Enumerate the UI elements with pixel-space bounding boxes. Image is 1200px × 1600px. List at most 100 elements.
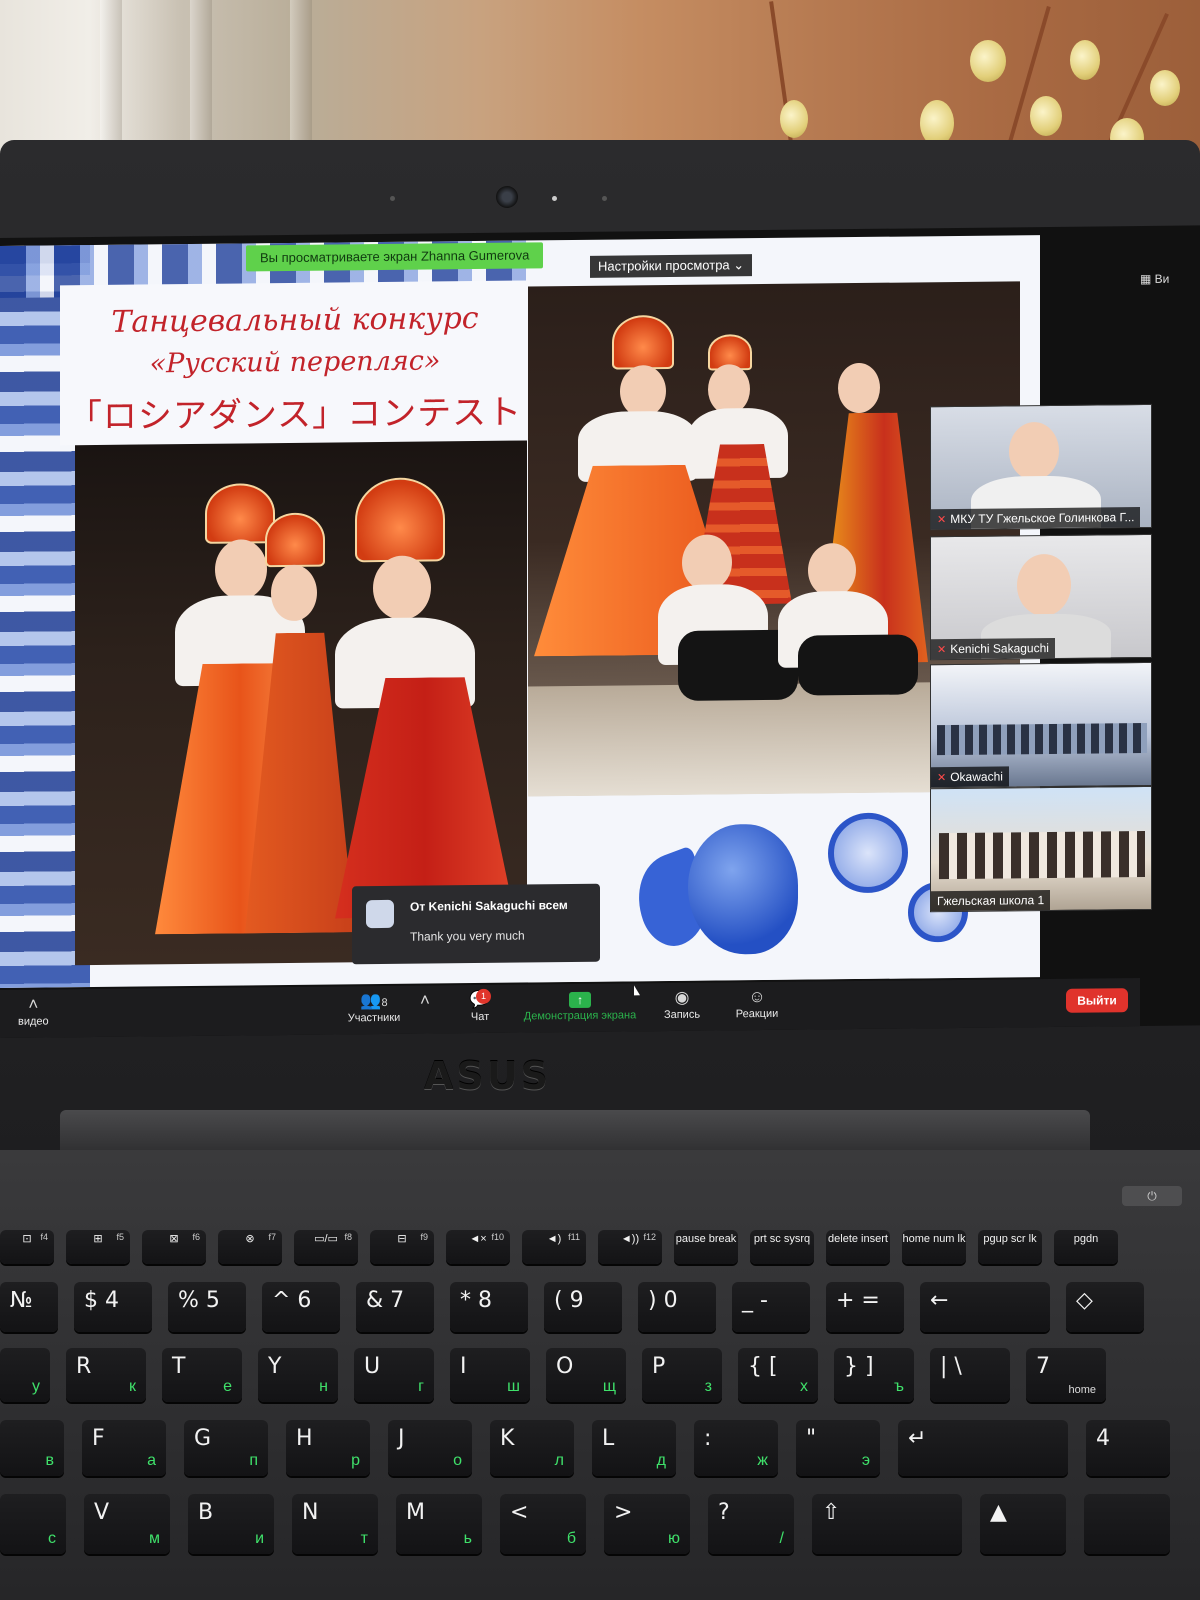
keyboard-key[interactable]: ←: [920, 1282, 1050, 1332]
keyboard-key[interactable]: [1084, 1494, 1170, 1554]
keyboard-key[interactable]: в: [0, 1420, 64, 1476]
keyboard-key[interactable]: 4: [1086, 1420, 1170, 1476]
key-label: H: [296, 1426, 313, 1451]
keyboard-key[interactable]: Tе: [162, 1348, 242, 1402]
key-cyrillic-label: е: [223, 1378, 232, 1395]
key-label: _ -: [742, 1288, 768, 1313]
keyboard-key[interactable]: Oщ: [546, 1348, 626, 1402]
key-label: } ]: [844, 1354, 874, 1379]
keyboard-key[interactable]: ( 9: [544, 1282, 622, 1332]
webcam-led: [552, 196, 557, 201]
keyboard-key[interactable]: Lд: [592, 1420, 676, 1476]
keyboard-key[interactable]: prt sc sysrq: [750, 1230, 814, 1264]
keyboard-key[interactable]: ⊞ f5: [66, 1230, 130, 1264]
keyboard-key[interactable]: 7 home: [1026, 1348, 1106, 1402]
keyboard-key[interactable]: ⊠ f6: [142, 1230, 206, 1264]
keyboard-key[interactable]: & 7: [356, 1282, 434, 1332]
keyboard-key[interactable]: Bи: [188, 1494, 274, 1554]
keyboard-key[interactable]: ? /: [708, 1494, 794, 1554]
key-cyrillic-label: з: [704, 1378, 712, 1395]
keyboard-key[interactable]: { [х: [738, 1348, 818, 1402]
view-corner-label[interactable]: ▦ Ви: [1140, 272, 1169, 286]
keyboard-key[interactable]: + =: [826, 1282, 904, 1332]
keyboard-key[interactable]: pgdn: [1054, 1230, 1118, 1264]
leave-button[interactable]: Выйти: [1066, 988, 1128, 1013]
participant-tile[interactable]: ✕ Okawachi: [930, 661, 1152, 789]
participant-name: ✕ МКУ ТУ Гжельское Голинкова Г...: [931, 507, 1141, 530]
keyboard-key[interactable]: delete insert: [826, 1230, 890, 1264]
key-label: ↵: [908, 1426, 927, 1451]
keyboard-key[interactable]: Rк: [66, 1348, 146, 1402]
chevron-up-icon[interactable]: ˄: [18, 993, 49, 1015]
key-label: delete insert: [828, 1233, 888, 1245]
chat-notification[interactable]: От Kenichi Sakaguchi всем Thank you very…: [352, 883, 600, 965]
gzhel-bird: [688, 823, 798, 955]
keyboard-key[interactable]: Jо: [388, 1420, 472, 1476]
key-cyrillic-label: ж: [757, 1452, 768, 1469]
keyboard-key[interactable]: ◄) f11: [522, 1230, 586, 1264]
keyboard-key[interactable]: ^ 6: [262, 1282, 340, 1332]
video-button[interactable]: ˄ видео: [18, 993, 49, 1028]
keyboard-key[interactable]: Hр: [286, 1420, 370, 1476]
key-cyrillic-label: ю: [668, 1530, 680, 1547]
keyboard-key[interactable]: Fа: [82, 1420, 166, 1476]
keyboard-key[interactable]: home num lk: [902, 1230, 966, 1264]
key-label: T: [172, 1354, 186, 1379]
view-settings-dropdown[interactable]: Настройки просмотра ⌄: [590, 254, 753, 278]
keyboard-key[interactable]: ▲: [980, 1494, 1066, 1554]
participants-button[interactable]: 👥8 Участники: [344, 990, 404, 1025]
participant-tile[interactable]: Гжельская школа 1: [930, 785, 1152, 913]
gzhel-flower: [828, 812, 908, 894]
webcam: [496, 186, 518, 208]
asus-logo: ASUS: [424, 1054, 552, 1098]
keyboard-key[interactable]: } ] ъ: [834, 1348, 914, 1402]
key-label: Y: [268, 1354, 282, 1379]
keyboard-key[interactable]: Iш: [450, 1348, 530, 1402]
keyboard-key[interactable]: $ 4: [74, 1282, 152, 1332]
keyboard-key[interactable]: Gп: [184, 1420, 268, 1476]
keyboard-key[interactable]: ⊟ f9: [370, 1230, 434, 1264]
keyboard-key[interactable]: < б: [500, 1494, 586, 1554]
keyboard-key[interactable]: ⊡ f4: [0, 1230, 54, 1264]
keyboard-key[interactable]: у: [0, 1348, 50, 1402]
keyboard-key[interactable]: ⇧: [812, 1494, 962, 1554]
keyboard-key[interactable]: _ -: [732, 1282, 810, 1332]
willow-bud: [970, 40, 1006, 82]
keyboard-key[interactable]: с: [0, 1494, 66, 1554]
keyboard-key[interactable]: ↵: [898, 1420, 1068, 1476]
key-label: % 5: [178, 1288, 220, 1313]
keyboard-key[interactable]: ⊗ f7: [218, 1230, 282, 1264]
keyboard-key[interactable]: №: [0, 1282, 58, 1332]
participant-tile[interactable]: ✕ МКУ ТУ Гжельское Голинкова Г...: [930, 403, 1152, 531]
keyboard-key[interactable]: Pз: [642, 1348, 722, 1402]
keyboard-key[interactable]: Uг: [354, 1348, 434, 1402]
key-cyrillic-label: г: [418, 1378, 424, 1395]
keyboard-key[interactable]: Nт: [292, 1494, 378, 1554]
keyboard-key[interactable]: pause break: [674, 1230, 738, 1264]
share-screen-button[interactable]: ↑ Демонстрация экрана: [518, 987, 642, 1023]
keyboard-key[interactable]: > ю: [604, 1494, 690, 1554]
keyboard-key[interactable]: ◄× f10: [446, 1230, 510, 1264]
keyboard-key[interactable]: Yн: [258, 1348, 338, 1402]
chat-button[interactable]: 💬 1 Чат: [460, 988, 500, 1023]
keyboard-key[interactable]: :ж: [694, 1420, 778, 1476]
power-button[interactable]: ⏻: [1122, 1186, 1182, 1206]
keyboard-key[interactable]: | \: [930, 1348, 1010, 1402]
keyboard-key[interactable]: ◄)) f12: [598, 1230, 662, 1264]
keyboard-key[interactable]: ◇: [1066, 1282, 1144, 1332]
key-fn-label: f8: [344, 1232, 352, 1242]
keyboard-key[interactable]: Kл: [490, 1420, 574, 1476]
keyboard-key[interactable]: Vм: [84, 1494, 170, 1554]
keyboard-key[interactable]: Mь: [396, 1494, 482, 1554]
participants-chevron[interactable]: ˄: [420, 989, 430, 1011]
record-button[interactable]: ◉ Запись: [660, 987, 704, 1021]
reactions-button[interactable]: ☺ Реакции: [732, 986, 782, 1021]
participant-tile[interactable]: ✕ Kenichi Sakaguchi: [930, 533, 1152, 661]
key-cyrillic-label: щ: [602, 1378, 616, 1395]
keyboard-key[interactable]: % 5: [168, 1282, 246, 1332]
keyboard-key[interactable]: pgup scr lk: [978, 1230, 1042, 1264]
keyboard-key[interactable]: ) 0: [638, 1282, 716, 1332]
keyboard-key[interactable]: " э: [796, 1420, 880, 1476]
keyboard-key[interactable]: * 8: [450, 1282, 528, 1332]
keyboard-key[interactable]: ▭/▭ f8: [294, 1230, 358, 1264]
